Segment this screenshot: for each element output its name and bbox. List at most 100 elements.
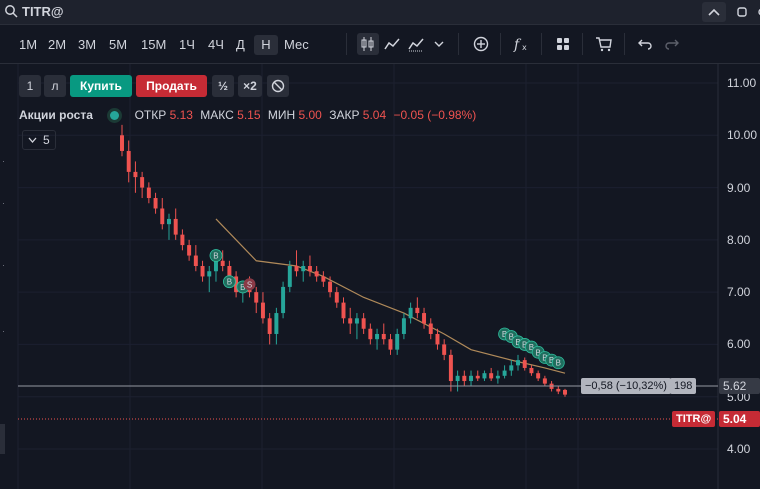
chart-type-dropdown[interactable] (428, 33, 450, 55)
lot-selector[interactable]: л (44, 75, 66, 97)
buy-marker[interactable]: B (551, 356, 565, 370)
candle-body (442, 344, 447, 355)
candle-body (126, 150, 131, 172)
tf-1h[interactable]: 1Ч (176, 35, 198, 55)
buy-button[interactable]: Купить (70, 75, 132, 97)
candle-body (381, 333, 386, 340)
candle-body (294, 266, 299, 272)
candle-body (495, 375, 500, 379)
candle-body (395, 333, 400, 350)
tf-5m[interactable]: 5М (106, 35, 130, 55)
crosshair-delta: −0,58 (−10,32%) (581, 378, 671, 394)
line-type-button[interactable] (381, 33, 403, 55)
candle-body (207, 271, 212, 277)
candle-body (260, 302, 265, 319)
buy-marker[interactable]: B (222, 275, 236, 289)
half-position-button[interactable]: ½ (212, 75, 234, 97)
symbol-name: TITR@ (22, 4, 64, 19)
price-tick-label: 6.00 (727, 337, 751, 352)
candle-body (502, 370, 507, 376)
divider (541, 33, 542, 55)
divider (624, 33, 625, 55)
candles-type-button[interactable] (357, 33, 379, 55)
marker-letter: B (556, 359, 561, 368)
candle-body (422, 313, 427, 324)
indicators-toggle[interactable]: 5 (22, 130, 56, 150)
candle-body (348, 318, 353, 324)
candle-body (301, 266, 306, 272)
candle-body (328, 281, 333, 293)
candle-body (187, 245, 192, 256)
chevron-down-icon (434, 41, 444, 47)
candle-body (475, 375, 480, 379)
candle-body (120, 135, 124, 151)
left-panel-handle[interactable] (0, 424, 5, 454)
candle-body (529, 367, 534, 374)
tf-4h[interactable]: 4Ч (205, 35, 227, 55)
indicators-button[interactable]: fx (511, 33, 533, 55)
symbol-search-bar[interactable]: TITR@ (0, 0, 760, 25)
chevron-up-icon (708, 8, 720, 16)
undo-button[interactable] (634, 33, 656, 55)
close-position-button[interactable] (267, 75, 289, 97)
sell-marker[interactable]: S (243, 278, 256, 291)
price-tick-label: 9.00 (727, 180, 751, 195)
tf-1m[interactable]: 1М (16, 35, 40, 55)
price-tick-label: 11.00 (727, 76, 757, 90)
price-tick-label: 10.00 (727, 128, 758, 143)
tf-15m[interactable]: 15М (138, 35, 169, 55)
grid (17, 64, 718, 489)
redo-button[interactable] (661, 33, 683, 55)
candle-body (375, 333, 380, 340)
collapse-button[interactable] (702, 2, 726, 22)
chart-area[interactable]: BBBSBBBBBBBBB · · · · (0, 64, 760, 489)
tf-d[interactable]: Д (233, 35, 248, 55)
candle-body (153, 198, 158, 209)
compare-button[interactable] (470, 33, 492, 55)
sell-button[interactable]: Продать (136, 75, 207, 97)
candle-body (341, 302, 346, 319)
candle-body (536, 373, 541, 379)
candles-icon (361, 37, 374, 51)
more-button[interactable] (750, 2, 760, 22)
tf-w[interactable]: Н (254, 35, 278, 55)
ohlc-legend: Акции роста ОТКР 5.13 МАКС 5.15 МИН 5.00… (19, 108, 480, 122)
chevron-down-icon (28, 137, 37, 143)
candle-body (213, 260, 218, 272)
candle-body (489, 373, 494, 379)
price-chart[interactable]: BBB SB BB B BBB B B (0, 64, 760, 489)
candle-body (180, 234, 185, 246)
high-label: МАКС (200, 108, 234, 122)
close-label: ЗАКР (329, 108, 360, 122)
candle-body (307, 266, 312, 272)
qty-field[interactable]: 1 (19, 75, 41, 97)
candle-body (227, 266, 232, 277)
candle-body (140, 177, 145, 188)
trade-button[interactable] (593, 33, 615, 55)
indicator-count: 5 (43, 133, 50, 147)
change-value: −0.05 (−0.98%) (393, 108, 477, 122)
series-name: Акции роста (19, 108, 93, 122)
left-tick: · (2, 156, 5, 166)
redo-icon (665, 39, 679, 50)
tf-mon[interactable]: Мес (281, 35, 312, 55)
double-position-button[interactable]: ×2 (238, 75, 262, 97)
area-chart-icon (408, 38, 424, 52)
layout-button[interactable] (552, 33, 574, 55)
marker-letter: B (213, 252, 218, 261)
plus-circle-icon (473, 36, 489, 52)
price-tick-label: 4.00 (727, 442, 751, 456)
candle-body (435, 333, 440, 345)
candle-body (200, 266, 205, 277)
candle-body (173, 218, 178, 235)
tf-2m[interactable]: 2М (45, 35, 69, 55)
marker-letter: S (247, 280, 252, 289)
candle-body (334, 292, 339, 303)
candle-body (408, 307, 413, 319)
low-label: МИН (267, 108, 296, 122)
buy-marker[interactable]: B (209, 249, 223, 262)
tf-3m[interactable]: 3М (75, 35, 99, 55)
divider (458, 33, 459, 55)
area-type-button[interactable] (405, 33, 427, 55)
candle-body (368, 328, 373, 340)
